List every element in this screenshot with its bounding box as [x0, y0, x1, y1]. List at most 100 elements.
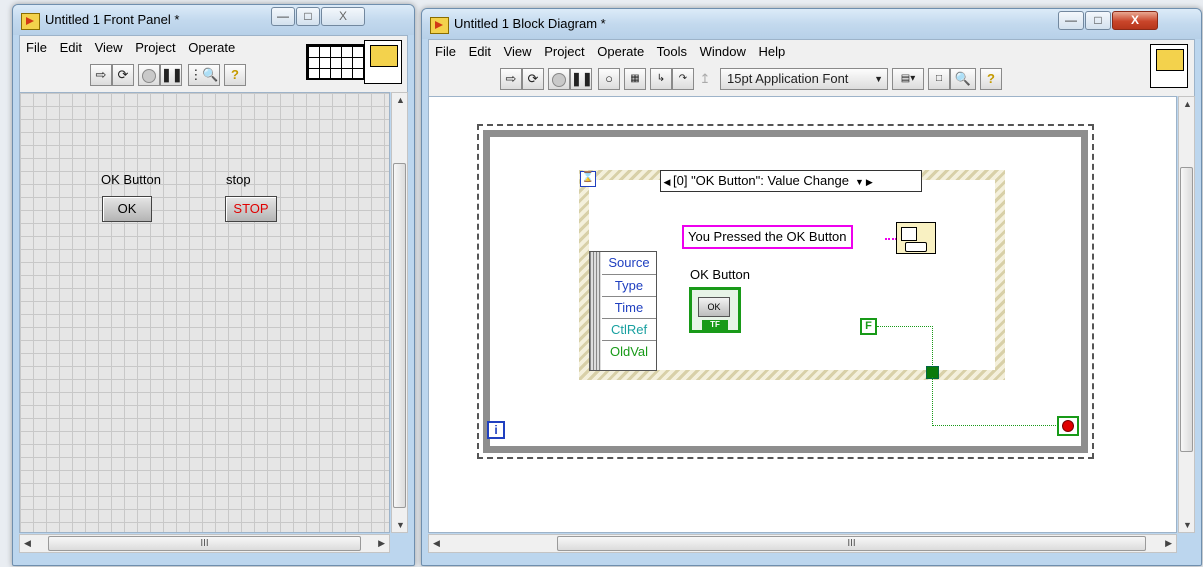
abort-button[interactable] — [138, 64, 160, 86]
run-button[interactable]: ⇨ — [500, 68, 522, 90]
event-case-selector[interactable]: ◀ [0] "OK Button": Value Change ▼ ▶ — [660, 170, 922, 192]
horizontal-scroll-thumb[interactable]: III — [48, 536, 361, 551]
ok-button-label: OK Button — [101, 172, 161, 187]
front-panel-title: Untitled 1 Front Panel * — [45, 12, 180, 27]
menu-edit[interactable]: Edit — [60, 40, 82, 55]
scroll-down-arrow[interactable]: ▼ — [396, 520, 405, 530]
vertical-scroll-thumb[interactable] — [1180, 167, 1193, 452]
retain-wire-values-icon[interactable]: ▦ — [624, 68, 646, 90]
horizontal-scroll-thumb[interactable]: III — [557, 536, 1146, 551]
menu-view[interactable]: View — [95, 40, 123, 55]
scroll-up-arrow[interactable]: ▲ — [1183, 99, 1192, 109]
boolean-wire[interactable] — [932, 425, 1058, 426]
step-over-icon[interactable]: ↷ — [672, 68, 694, 90]
menu-project[interactable]: Project — [135, 40, 175, 55]
menu-file[interactable]: File — [435, 44, 456, 59]
event-data-ctlref[interactable]: CtlRef — [602, 318, 656, 340]
scroll-left-arrow[interactable]: ◀ — [433, 538, 440, 549]
scroll-left-arrow[interactable]: ◀ — [24, 538, 31, 549]
context-help-button[interactable]: ? — [980, 68, 1002, 90]
block-diagram-title: Untitled 1 Block Diagram * — [454, 16, 606, 31]
menu-project[interactable]: Project — [544, 44, 584, 59]
menu-tools[interactable]: Tools — [657, 44, 687, 59]
maximize-button[interactable]: □ — [296, 7, 320, 26]
iteration-terminal[interactable]: i — [487, 421, 505, 439]
increment-case-icon[interactable]: ▶ — [866, 177, 873, 187]
search-button[interactable]: ⋮🔍 — [188, 64, 220, 86]
block-diagram-horizontal-scrollbar[interactable]: ◀ III ▶ — [428, 534, 1177, 553]
align-objects-icon[interactable]: ▤▾ — [892, 68, 924, 90]
front-panel-vertical-scrollbar[interactable]: ▲ ▼ — [391, 92, 408, 533]
minimize-button[interactable]: — — [1058, 11, 1084, 30]
front-panel-window[interactable]: Untitled 1 Front Panel * — □ X File Edit… — [12, 4, 415, 566]
boolean-wire[interactable] — [877, 326, 933, 327]
vi-icon-pane[interactable] — [1150, 44, 1188, 88]
search-button[interactable]: 🔍 — [950, 68, 976, 90]
block-diagram-menubar: File Edit View Project Operate Tools Win… — [428, 39, 1195, 96]
block-diagram-vertical-scrollbar[interactable]: ▲ ▼ — [1178, 96, 1195, 533]
ok-button-control[interactable]: OK — [102, 196, 152, 222]
event-data-oldval[interactable]: OldVal — [602, 340, 656, 362]
ok-terminal-face: OK — [698, 297, 730, 317]
font-selector[interactable]: 15pt Application Font ▼ — [720, 68, 888, 90]
block-diagram-titlebar[interactable]: Untitled 1 Block Diagram * — □ X — [422, 9, 1201, 39]
maximize-button[interactable]: □ — [1085, 11, 1111, 30]
menu-operate[interactable]: Operate — [188, 40, 235, 55]
minimize-button[interactable]: — — [271, 7, 295, 26]
ok-button-terminal[interactable]: OK TF — [689, 287, 741, 333]
chevron-down-icon[interactable]: ▼ — [855, 177, 864, 187]
step-out-icon[interactable]: ↥ — [694, 68, 716, 90]
loop-condition-terminal[interactable] — [1057, 416, 1079, 436]
connector-pane[interactable] — [306, 44, 366, 80]
event-data-node[interactable]: Source Type Time CtlRef OldVal — [589, 251, 657, 371]
string-constant[interactable]: You Pressed the OK Button — [682, 225, 853, 249]
highlight-execution-icon[interactable]: ○ — [598, 68, 620, 90]
menu-file[interactable]: File — [26, 40, 47, 55]
pause-button[interactable]: ❚❚ — [160, 64, 183, 86]
stop-button-control[interactable]: STOP — [225, 196, 277, 222]
event-data-time[interactable]: Time — [602, 296, 656, 318]
event-data-source[interactable]: Source — [602, 252, 656, 274]
labview-vi-icon — [21, 13, 40, 30]
block-diagram-toolbar: ⇨ ⟳ ❚❚ ○ ▦ ↳ ↷ ↥ 15pt Application Font ▼… — [500, 68, 1150, 92]
reorder-icon[interactable]: □ — [928, 68, 950, 90]
false-constant[interactable]: F — [860, 318, 877, 335]
front-panel-menu: File Edit View Project Operate — [26, 40, 244, 55]
block-diagram-window[interactable]: Untitled 1 Block Diagram * — □ X File Ed… — [421, 8, 1202, 566]
block-diagram-canvas[interactable]: ⌛ ◀ [0] "OK Button": Value Change ▼ ▶ You P… — [428, 96, 1177, 533]
run-continuously-button[interactable]: ⟳ — [522, 68, 544, 90]
vertical-scroll-thumb[interactable] — [393, 163, 406, 508]
boolean-wire[interactable] — [932, 377, 933, 426]
run-continuously-button[interactable]: ⟳ — [112, 64, 134, 86]
step-into-icon[interactable]: ↳ — [650, 68, 672, 90]
menu-window[interactable]: Window — [700, 44, 746, 59]
close-button[interactable]: X — [1112, 11, 1158, 30]
vi-icon-pane[interactable] — [364, 40, 402, 84]
menu-operate[interactable]: Operate — [597, 44, 644, 59]
front-panel-canvas[interactable]: OK Button OK stop STOP — [19, 92, 390, 533]
menu-edit[interactable]: Edit — [469, 44, 491, 59]
timeout-hourglass-icon[interactable]: ⌛ — [580, 171, 596, 187]
run-button[interactable]: ⇨ — [90, 64, 112, 86]
event-data-type[interactable]: Type — [602, 274, 656, 296]
menu-help[interactable]: Help — [759, 44, 786, 59]
scroll-up-arrow[interactable]: ▲ — [396, 95, 405, 105]
front-panel-horizontal-scrollbar[interactable]: ◀ III ▶ — [19, 534, 390, 553]
vi-icon-graphic — [370, 45, 398, 67]
pause-button[interactable]: ❚❚ — [570, 68, 593, 90]
one-button-dialog-icon[interactable] — [896, 222, 936, 254]
scroll-right-arrow[interactable]: ▶ — [378, 538, 385, 549]
context-help-button[interactable]: ? — [224, 64, 246, 86]
front-panel-titlebar[interactable]: Untitled 1 Front Panel * — □ X — [13, 5, 414, 35]
front-panel-menubar: File Edit View Project Operate ⇨ ⟳ ❚❚ ⋮🔍… — [19, 35, 408, 92]
event-data-bar — [590, 252, 601, 370]
abort-button[interactable] — [548, 68, 570, 90]
close-button[interactable]: X — [321, 7, 365, 26]
boolean-wire[interactable] — [932, 326, 933, 367]
menu-view[interactable]: View — [504, 44, 532, 59]
block-diagram-menu: File Edit View Project Operate Tools Win… — [435, 44, 794, 59]
scroll-right-arrow[interactable]: ▶ — [1165, 538, 1172, 549]
decrement-case-icon[interactable]: ◀ — [661, 172, 673, 192]
scroll-down-arrow[interactable]: ▼ — [1183, 520, 1192, 530]
labview-vi-icon — [430, 17, 449, 34]
